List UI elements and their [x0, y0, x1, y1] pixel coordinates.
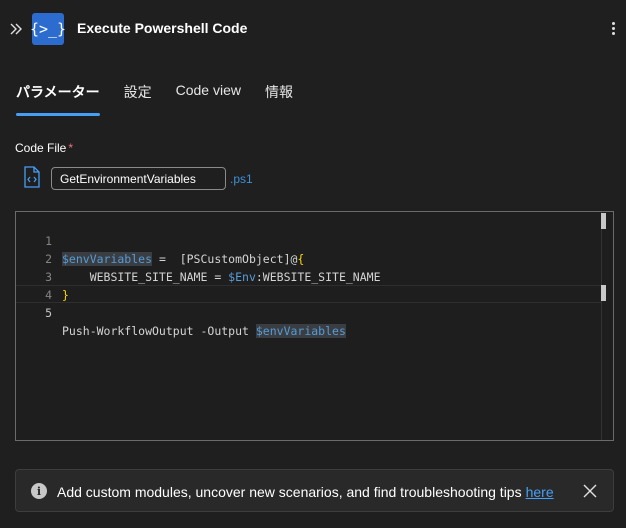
line-number: 5	[45, 306, 52, 320]
code-line-4: 4	[16, 268, 602, 302]
double-chevron-right-icon[interactable]	[8, 19, 24, 39]
tab-settings[interactable]: 設定	[124, 82, 152, 116]
code-line-1: 1 $envVariables = [PSCustomObject]@{	[16, 214, 602, 266]
tab-parameters[interactable]: パラメーター	[16, 82, 100, 116]
code-editor[interactable]: 1 $envVariables = [PSCustomObject]@{ 2 W…	[15, 211, 614, 441]
info-icon: i	[31, 483, 47, 499]
scroll-thumb[interactable]	[601, 213, 606, 229]
panel: {>_} Execute Powershell Code パラメーター 設定 C…	[0, 0, 626, 528]
file-extension: .ps1	[230, 172, 253, 186]
code-line-3: 3 }	[16, 250, 602, 302]
code-line-5: 5 Push-WorkflowOutput -Output $envVariab…	[16, 285, 602, 338]
powershell-app-icon: {>_}	[30, 13, 66, 45]
cursor-position-marker	[601, 285, 606, 301]
info-message: Add custom modules, uncover new scenario…	[57, 484, 554, 500]
tab-code-view[interactable]: Code view	[176, 82, 241, 116]
code-text: Push-WorkflowOutput -Output $envVariable…	[62, 324, 346, 338]
info-bar: i Add custom modules, uncover new scenar…	[15, 469, 614, 512]
more-vertical-icon[interactable]	[608, 20, 618, 38]
editor-scrollbar[interactable]	[601, 212, 613, 440]
page-title: Execute Powershell Code	[77, 20, 248, 36]
code-file-label: Code File *	[15, 141, 73, 155]
tab-about[interactable]: 情報	[265, 82, 293, 116]
code-file-name-input[interactable]	[51, 167, 226, 190]
required-mark: *	[68, 141, 74, 155]
code-file-icon	[23, 166, 41, 188]
code-line-2: 2 WEBSITE_SITE_NAME = $Env:WEBSITE_SITE_…	[16, 232, 602, 284]
code-file-label-text: Code File	[15, 141, 67, 155]
close-icon[interactable]	[583, 484, 597, 498]
here-link[interactable]: here	[526, 484, 554, 500]
header: {>_} Execute Powershell Code	[0, 0, 626, 58]
tab-list: パラメーター 設定 Code view 情報	[16, 82, 317, 116]
info-message-text: Add custom modules, uncover new scenario…	[57, 484, 522, 500]
